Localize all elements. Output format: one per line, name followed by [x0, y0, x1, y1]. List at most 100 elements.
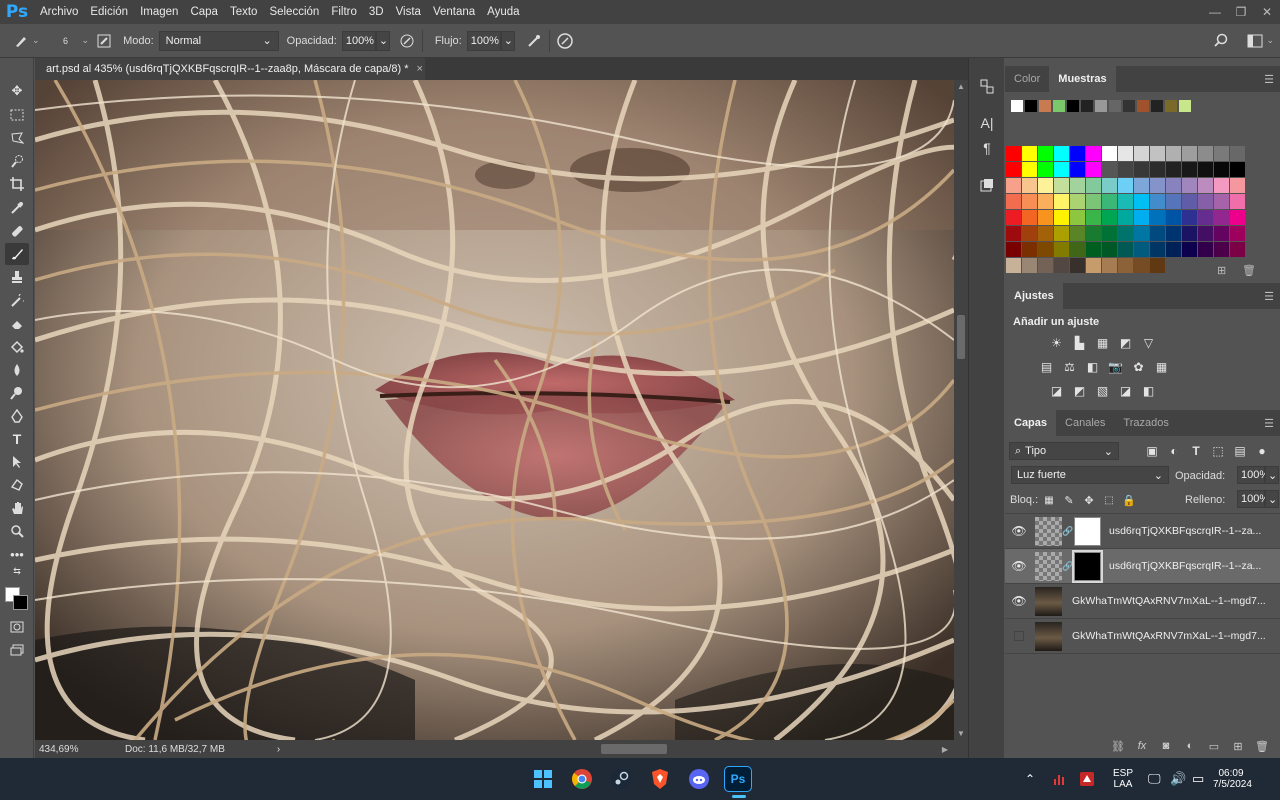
color-swatch[interactable]: [1022, 242, 1038, 257]
lock-position-icon[interactable]: ✥: [1079, 490, 1099, 510]
more-tools-icon[interactable]: •••: [5, 543, 29, 565]
layer-row[interactable]: 👁 GkWhaTmWtQAxRNV7mXaL--1--mgd7...: [1005, 584, 1280, 619]
color-swatch[interactable]: [1182, 194, 1198, 209]
fx-icon[interactable]: fx: [1130, 740, 1154, 752]
color-swatch[interactable]: [1166, 210, 1182, 225]
color-swatch[interactable]: [1118, 178, 1134, 193]
visibility-toggle-off[interactable]: [1005, 631, 1033, 641]
fill-dropdown[interactable]: ⌄: [1265, 490, 1279, 508]
color-swatch[interactable]: [1182, 146, 1198, 161]
color-swatch[interactable]: [1086, 162, 1102, 177]
color-swatch[interactable]: [1006, 242, 1022, 257]
steam-icon[interactable]: [608, 766, 634, 792]
gradient-map-icon[interactable]: ◧: [1137, 381, 1160, 401]
scroll-down-icon[interactable]: ▼: [957, 729, 965, 738]
layer-row-selected[interactable]: 👁 🔗 usd6rqTjQXKBFqscrqIR--1--za...: [1005, 549, 1280, 584]
dodge-tool-icon[interactable]: [5, 382, 29, 404]
paragraph-panel-icon[interactable]: ¶: [976, 137, 998, 159]
color-swatch[interactable]: [1136, 99, 1150, 113]
color-swatch[interactable]: [1134, 162, 1150, 177]
photoshop-taskbar-icon[interactable]: Ps: [724, 766, 752, 792]
path-selection-tool-icon[interactable]: [5, 451, 29, 473]
move-tool-icon[interactable]: ✥: [5, 80, 29, 102]
color-swatch[interactable]: [1038, 242, 1054, 257]
color-swatch[interactable]: [1038, 178, 1054, 193]
color-swatch[interactable]: [1134, 210, 1150, 225]
menu-vista[interactable]: Vista: [390, 0, 427, 24]
color-swatch[interactable]: [1010, 99, 1024, 113]
chevron-down-icon[interactable]: ⌄: [1266, 35, 1274, 46]
color-swatch[interactable]: [1214, 146, 1230, 161]
color-swatch[interactable]: [1086, 210, 1102, 225]
screen-mode-icon[interactable]: [5, 639, 29, 661]
flow-field[interactable]: 100%: [466, 30, 501, 51]
tab-channels[interactable]: Canales: [1056, 410, 1114, 436]
color-swatch[interactable]: [1070, 194, 1086, 209]
chevron-up-icon[interactable]: ⌃: [1025, 758, 1035, 800]
shape-tool-icon[interactable]: [5, 474, 29, 496]
color-swatch[interactable]: [1118, 194, 1134, 209]
paint-bucket-tool-icon[interactable]: [5, 336, 29, 358]
type-tool-icon[interactable]: T: [5, 428, 29, 450]
pressure-size-icon[interactable]: [554, 30, 576, 52]
selective-color-icon[interactable]: ◪: [1114, 381, 1137, 401]
brave-icon[interactable]: [647, 766, 673, 792]
color-swatch[interactable]: [1022, 226, 1038, 241]
color-swatch[interactable]: [1214, 226, 1230, 241]
menu-seleccion[interactable]: Selección: [263, 0, 325, 24]
chevron-down-icon[interactable]: ⌄: [82, 35, 90, 46]
color-swatch[interactable]: [1150, 242, 1166, 257]
layer-row[interactable]: 👁 🔗 usd6rqTjQXKBFqscrqIR--1--za...: [1005, 514, 1280, 549]
menu-edicion[interactable]: Edición: [84, 0, 134, 24]
minimize-button[interactable]: —: [1202, 0, 1228, 24]
network-icon[interactable]: 🖵: [1148, 758, 1161, 800]
color-swatch[interactable]: [1102, 258, 1118, 273]
menu-filtro[interactable]: Filtro: [325, 0, 363, 24]
color-swatch[interactable]: [1198, 242, 1214, 257]
threshold-icon[interactable]: ▧: [1091, 381, 1114, 401]
color-swatch[interactable]: [1070, 146, 1086, 161]
color-swatch[interactable]: [1080, 99, 1094, 113]
curves-icon[interactable]: ▦: [1091, 333, 1114, 353]
color-swatch[interactable]: [1066, 99, 1080, 113]
new-adjustment-icon[interactable]: ◐: [1178, 740, 1202, 752]
color-swatch[interactable]: [1230, 210, 1246, 225]
color-swatch[interactable]: [1150, 226, 1166, 241]
brush-preset-icon[interactable]: [10, 30, 32, 52]
color-swatch[interactable]: [1054, 258, 1070, 273]
color-swatch[interactable]: [1230, 178, 1246, 193]
audio-app-icon[interactable]: [1053, 758, 1067, 800]
color-swatch[interactable]: [1122, 99, 1136, 113]
chrome-icon[interactable]: [569, 766, 595, 792]
color-swatch[interactable]: [1094, 99, 1108, 113]
color-swatch[interactable]: [1164, 99, 1178, 113]
color-swatch[interactable]: [1230, 242, 1246, 257]
chevron-down-icon[interactable]: ⌄: [32, 35, 40, 46]
color-swatch[interactable]: [1086, 242, 1102, 257]
color-swatch[interactable]: [1102, 162, 1118, 177]
trash-icon[interactable]: 🗑: [1250, 740, 1274, 753]
new-layer-icon[interactable]: ⊞: [1226, 740, 1250, 753]
restore-button[interactable]: ❐: [1228, 0, 1254, 24]
color-swatch[interactable]: [1150, 210, 1166, 225]
color-swatch[interactable]: [1102, 242, 1118, 257]
swap-colors-icon[interactable]: ⇆: [5, 565, 29, 577]
healing-brush-tool-icon[interactable]: [5, 220, 29, 242]
workspace-icon[interactable]: [1244, 30, 1266, 52]
color-swatch[interactable]: [1134, 194, 1150, 209]
color-swatch[interactable]: [1070, 242, 1086, 257]
new-swatch-icon[interactable]: ⊞: [1217, 264, 1226, 277]
color-swatch[interactable]: [1166, 242, 1182, 257]
levels-icon[interactable]: ▙: [1068, 333, 1091, 353]
lasso-tool-icon[interactable]: [5, 127, 29, 149]
clock[interactable]: 06:09 7/5/2024: [1213, 758, 1252, 800]
color-swatch[interactable]: [1182, 210, 1198, 225]
color-swatch[interactable]: [1006, 226, 1022, 241]
color-swatch[interactable]: [1054, 242, 1070, 257]
color-swatch[interactable]: [1150, 194, 1166, 209]
tab-layers[interactable]: Capas: [1005, 410, 1057, 436]
layer-opacity-field[interactable]: 100%: [1237, 466, 1269, 484]
lock-transparency-icon[interactable]: ▦: [1039, 490, 1059, 510]
color-swatch[interactable]: [1086, 146, 1102, 161]
color-swatch[interactable]: [1102, 226, 1118, 241]
